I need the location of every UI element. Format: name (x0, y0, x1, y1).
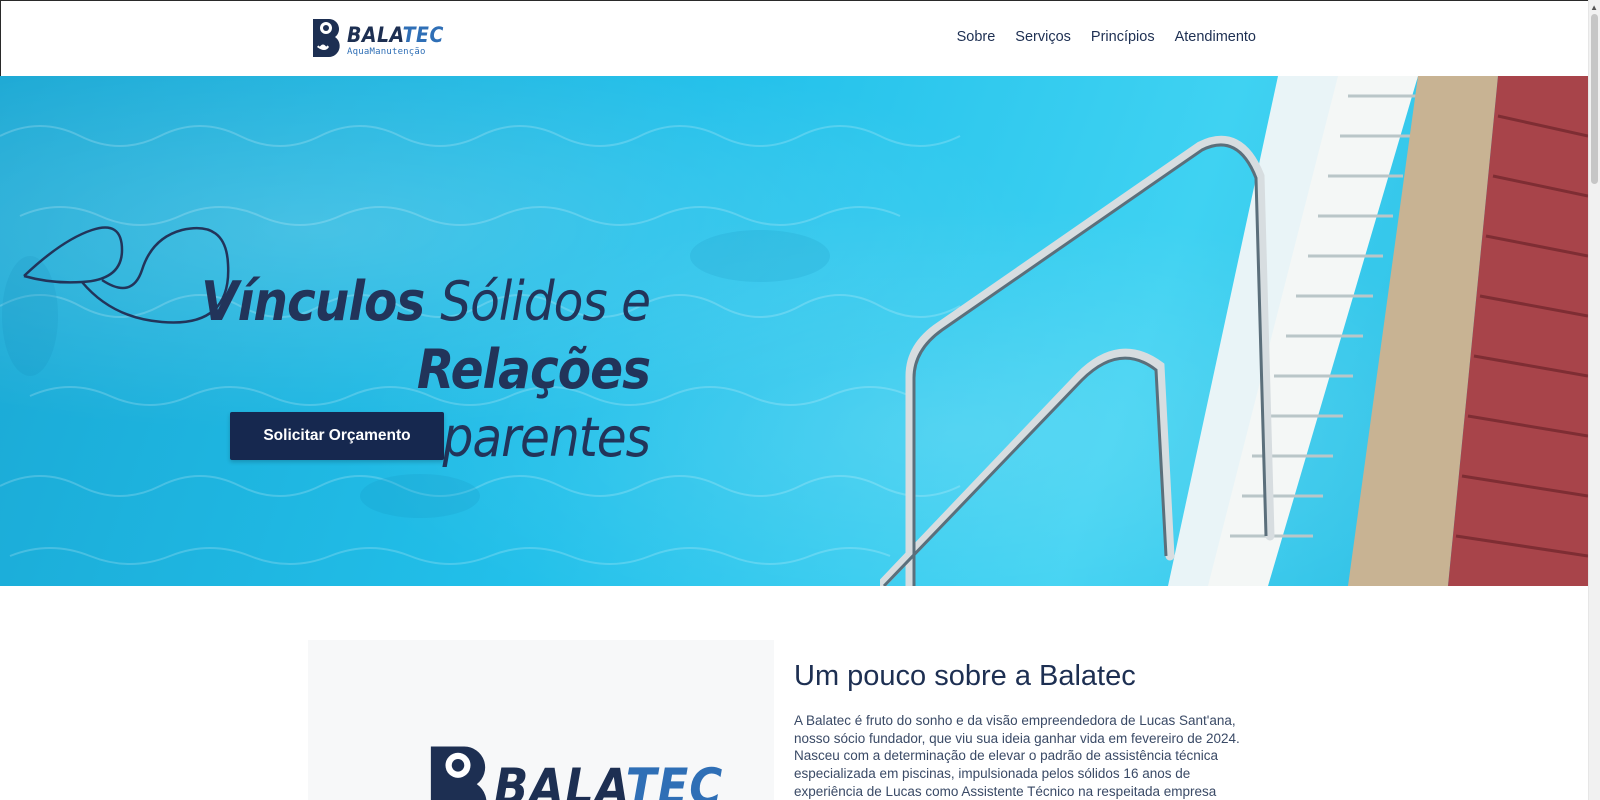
brand-logo[interactable]: BALATEC AquaManutenção (309, 13, 444, 59)
nav-link-sobre[interactable]: Sobre (957, 29, 996, 45)
main-nav: Sobre Serviços Princípios Atendimento (957, 29, 1256, 45)
request-quote-button[interactable]: Solicitar Orçamento (230, 412, 444, 460)
about-image: BALATEC (308, 640, 774, 800)
scroll-up-icon[interactable]: ▲ (1590, 3, 1598, 12)
site-header: BALATEC AquaManutenção Sobre Serviços Pr… (0, 0, 1588, 76)
ladder-rails-decoration (880, 135, 1275, 586)
nav-link-atendimento[interactable]: Atendimento (1175, 29, 1256, 45)
gear-wave-b-icon (313, 19, 340, 57)
page-scrollbar[interactable]: ▲ (1588, 0, 1600, 800)
logo-wordmark: BALATEC (347, 23, 444, 47)
about-logo-wordmark: BALATEC (494, 758, 724, 800)
gear-wave-b-icon (430, 746, 487, 800)
scroll-thumb[interactable] (1591, 14, 1598, 184)
about-text: A Balatec é fruto do sonho e da visão em… (794, 713, 1240, 799)
about-title: Um pouco sobre a Balatec (794, 660, 1136, 692)
about-logo: BALATEC (422, 734, 723, 800)
hero-banner: Vínculos Sólidos e Relações Transparente… (0, 76, 1588, 586)
logo-subtitle: AquaManutenção (347, 47, 426, 57)
nav-link-servicos[interactable]: Serviços (1015, 29, 1071, 45)
nav-link-principios[interactable]: Princípios (1091, 29, 1155, 45)
